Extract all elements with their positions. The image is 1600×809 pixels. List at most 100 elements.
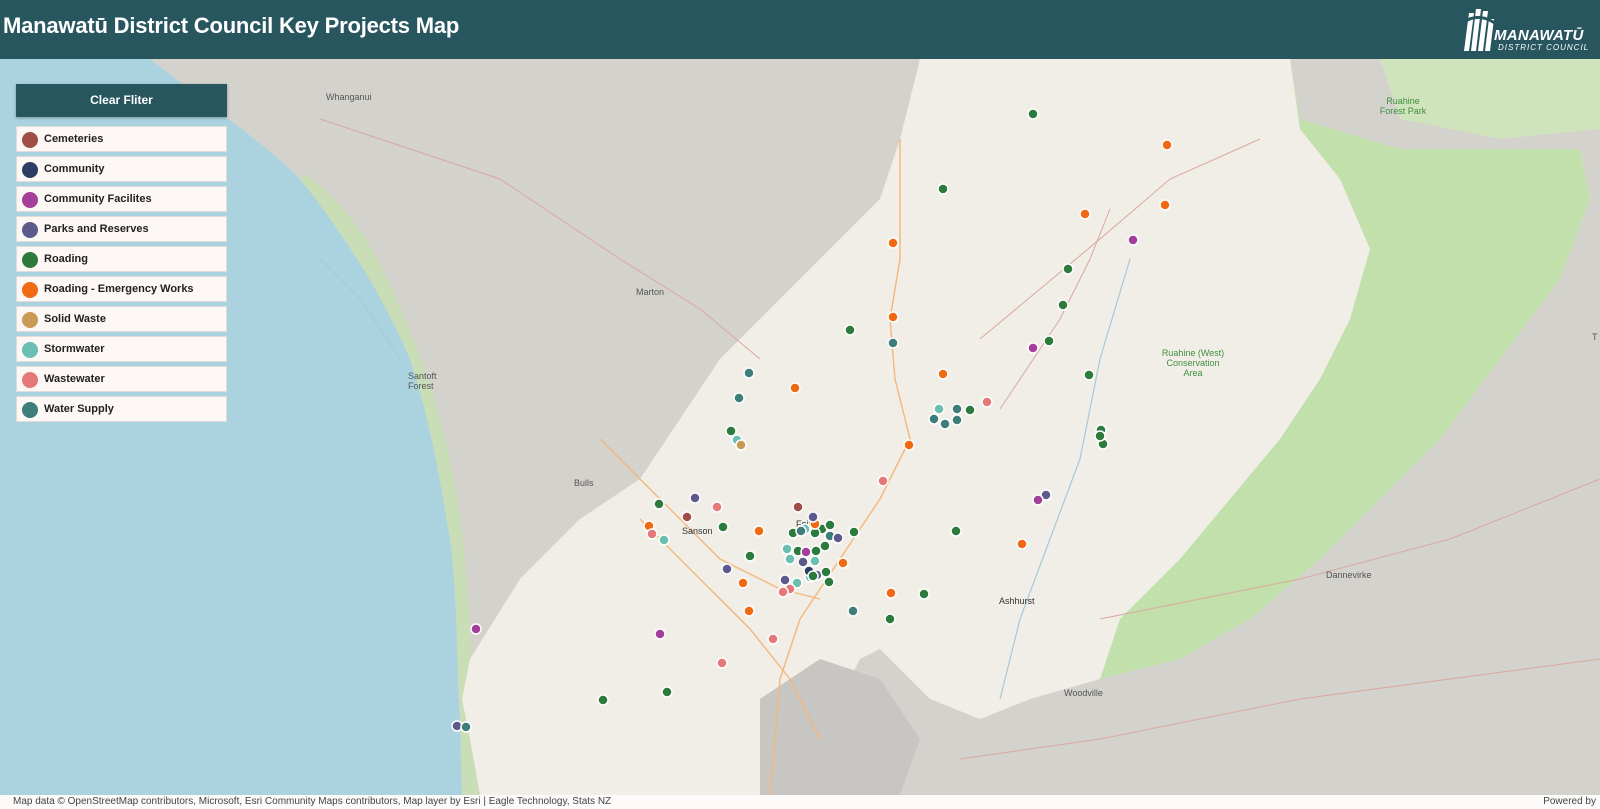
project-marker-stormwater[interactable]	[784, 553, 796, 565]
project-marker-community-facilities[interactable]	[654, 628, 666, 640]
filter-community-facilities[interactable]: Community Facilites	[16, 186, 227, 212]
project-marker-wastewater[interactable]	[711, 501, 723, 513]
project-marker-emergency[interactable]	[1161, 139, 1173, 151]
project-marker-water-supply[interactable]	[847, 605, 859, 617]
filter-label: Roading	[44, 253, 88, 265]
project-marker-roading[interactable]	[717, 521, 729, 533]
project-marker-roading[interactable]	[1083, 369, 1095, 381]
project-marker-water-supply[interactable]	[939, 418, 951, 430]
project-marker-roading[interactable]	[653, 498, 665, 510]
project-marker-wastewater[interactable]	[646, 528, 658, 540]
project-marker-water-supply[interactable]	[928, 413, 940, 425]
project-marker-water-supply[interactable]	[951, 403, 963, 415]
filter-wastewater[interactable]: Wastewater	[16, 366, 227, 392]
filter-label: Wastewater	[44, 373, 105, 385]
filter-cemeteries[interactable]: Cemeteries	[16, 126, 227, 152]
map-attribution: Map data © OpenStreetMap contributors, M…	[0, 795, 1600, 809]
parks-dot-icon	[22, 222, 38, 238]
project-marker-emergency[interactable]	[1079, 208, 1091, 220]
project-marker-roading[interactable]	[807, 570, 819, 582]
project-marker-water-supply[interactable]	[733, 392, 745, 404]
project-marker-solid-waste[interactable]	[735, 439, 747, 451]
project-marker-emergency[interactable]	[937, 368, 949, 380]
project-marker-parks[interactable]	[689, 492, 701, 504]
clear-filter-button[interactable]: Clear Fliter	[16, 84, 227, 117]
project-marker-roading[interactable]	[950, 525, 962, 537]
project-marker-parks[interactable]	[807, 511, 819, 523]
project-marker-roading[interactable]	[820, 566, 832, 578]
project-marker-community-facilities[interactable]	[1127, 234, 1139, 246]
project-marker-emergency[interactable]	[885, 587, 897, 599]
project-marker-cemeteries[interactable]	[792, 501, 804, 513]
filter-water-supply[interactable]: Water Supply	[16, 396, 227, 422]
project-marker-wastewater[interactable]	[981, 396, 993, 408]
project-marker-community-facilities[interactable]	[1027, 342, 1039, 354]
project-marker-roading[interactable]	[1027, 108, 1039, 120]
project-marker-stormwater[interactable]	[933, 403, 945, 415]
council-logo[interactable]: MANAWATŪ DISTRICT COUNCIL	[1460, 5, 1596, 55]
project-marker-roading[interactable]	[744, 550, 756, 562]
project-marker-emergency[interactable]	[743, 605, 755, 617]
roading-dot-icon	[22, 252, 38, 268]
attribution-text: Map data © OpenStreetMap contributors, M…	[13, 796, 612, 807]
powered-by-link[interactable]: Powered by	[1543, 796, 1596, 807]
project-marker-emergency[interactable]	[737, 577, 749, 589]
project-marker-roading[interactable]	[823, 576, 835, 588]
project-marker-roading[interactable]	[725, 425, 737, 437]
project-marker-emergency[interactable]	[903, 439, 915, 451]
map-canvas[interactable]: Whanganui Marton Bulls Santoft Forest Sa…	[0, 59, 1600, 795]
project-marker-water-supply[interactable]	[795, 525, 807, 537]
project-marker-parks[interactable]	[832, 532, 844, 544]
project-marker-stormwater[interactable]	[781, 543, 793, 555]
emergency-works-dot-icon	[22, 282, 38, 298]
filter-stormwater[interactable]: Stormwater	[16, 336, 227, 362]
project-marker-emergency[interactable]	[887, 311, 899, 323]
logo-subtitle: DISTRICT COUNCIL	[1498, 43, 1590, 52]
project-marker-water-supply[interactable]	[951, 414, 963, 426]
project-marker-emergency[interactable]	[1016, 538, 1028, 550]
project-marker-roading[interactable]	[964, 404, 976, 416]
project-marker-emergency[interactable]	[887, 237, 899, 249]
filter-emergency-works[interactable]: Roading - Emergency Works	[16, 276, 227, 302]
project-marker-stormwater[interactable]	[658, 534, 670, 546]
project-marker-roading[interactable]	[1043, 335, 1055, 347]
project-marker-emergency[interactable]	[1159, 199, 1171, 211]
project-marker-roading[interactable]	[937, 183, 949, 195]
project-marker-water-supply[interactable]	[460, 721, 472, 733]
filter-solid-waste[interactable]: Solid Waste	[16, 306, 227, 332]
project-marker-roading[interactable]	[1062, 263, 1074, 275]
project-marker-roading[interactable]	[848, 526, 860, 538]
filter-label: Cemeteries	[44, 133, 104, 145]
project-marker-roading[interactable]	[1057, 299, 1069, 311]
project-marker-wastewater[interactable]	[767, 633, 779, 645]
project-marker-roading[interactable]	[661, 686, 673, 698]
project-marker-wastewater[interactable]	[716, 657, 728, 669]
project-marker-wastewater[interactable]	[877, 475, 889, 487]
project-marker-roading[interactable]	[844, 324, 856, 336]
filter-roading[interactable]: Roading	[16, 246, 227, 272]
project-marker-emergency[interactable]	[837, 557, 849, 569]
project-marker-roading[interactable]	[1094, 430, 1106, 442]
project-marker-emergency[interactable]	[753, 525, 765, 537]
project-marker-community-facilities[interactable]	[800, 546, 812, 558]
project-marker-roading[interactable]	[918, 588, 930, 600]
filter-community[interactable]: Community	[16, 156, 227, 182]
project-marker-roading[interactable]	[824, 519, 836, 531]
project-marker-community-facilities[interactable]	[1032, 494, 1044, 506]
project-marker-stormwater[interactable]	[809, 555, 821, 567]
project-marker-water-supply[interactable]	[887, 337, 899, 349]
project-marker-parks[interactable]	[797, 556, 809, 568]
project-marker-community-facilities[interactable]	[470, 623, 482, 635]
project-marker-roading[interactable]	[597, 694, 609, 706]
filter-parks[interactable]: Parks and Reserves	[16, 216, 227, 242]
project-marker-emergency[interactable]	[789, 382, 801, 394]
project-marker-water-supply[interactable]	[743, 367, 755, 379]
filter-label: Community	[44, 163, 105, 175]
project-marker-parks[interactable]	[721, 563, 733, 575]
project-marker-cemeteries[interactable]	[681, 511, 693, 523]
community-dot-icon	[22, 162, 38, 178]
filter-label: Roading - Emergency Works	[44, 283, 194, 295]
project-marker-roading[interactable]	[810, 545, 822, 557]
project-marker-wastewater[interactable]	[777, 586, 789, 598]
project-marker-roading[interactable]	[884, 613, 896, 625]
